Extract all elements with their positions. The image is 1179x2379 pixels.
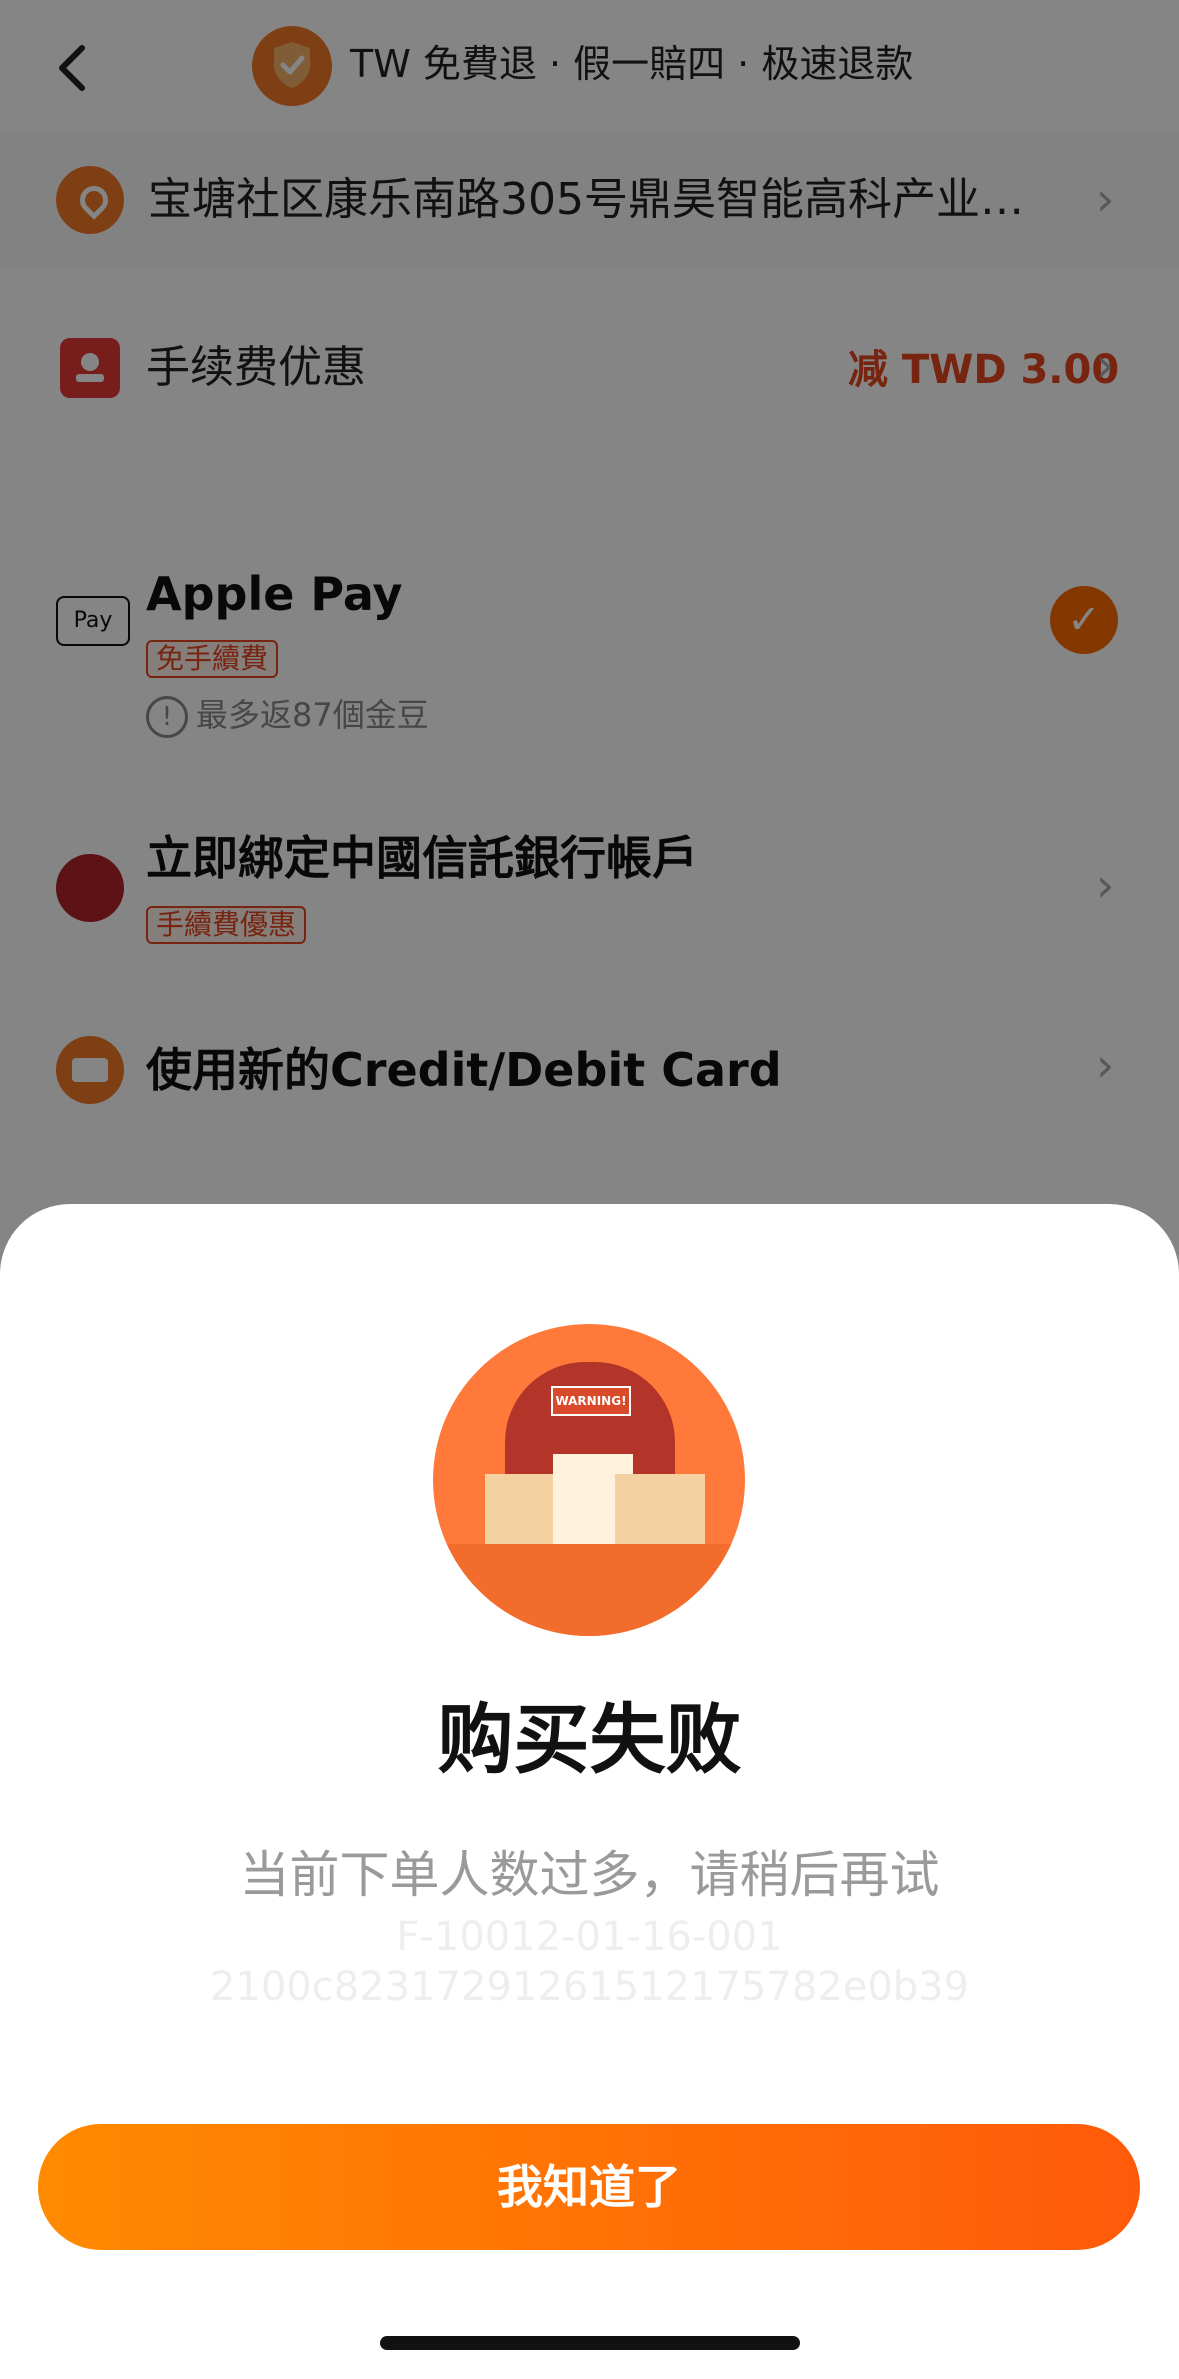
error-code-line: F-10012-01-16-001: [396, 1914, 783, 1960]
modal-title: 购买失败: [437, 1695, 742, 1784]
warning-truck-illustration: WARNING!: [433, 1324, 745, 1636]
error-trace-id: 2100c82317291261512175782e0b39: [209, 1964, 970, 2010]
modal-message: 当前下单人数过多，请稍后再试: [239, 1846, 940, 1904]
checkout-page: TW 免費退 · 假一賠四 · 极速退款 宝塘社区康乐南路305号鼎昊智能高科产…: [0, 0, 1179, 2379]
home-indicator: [380, 2336, 800, 2350]
acknowledge-button[interactable]: 我知道了: [38, 2124, 1140, 2250]
